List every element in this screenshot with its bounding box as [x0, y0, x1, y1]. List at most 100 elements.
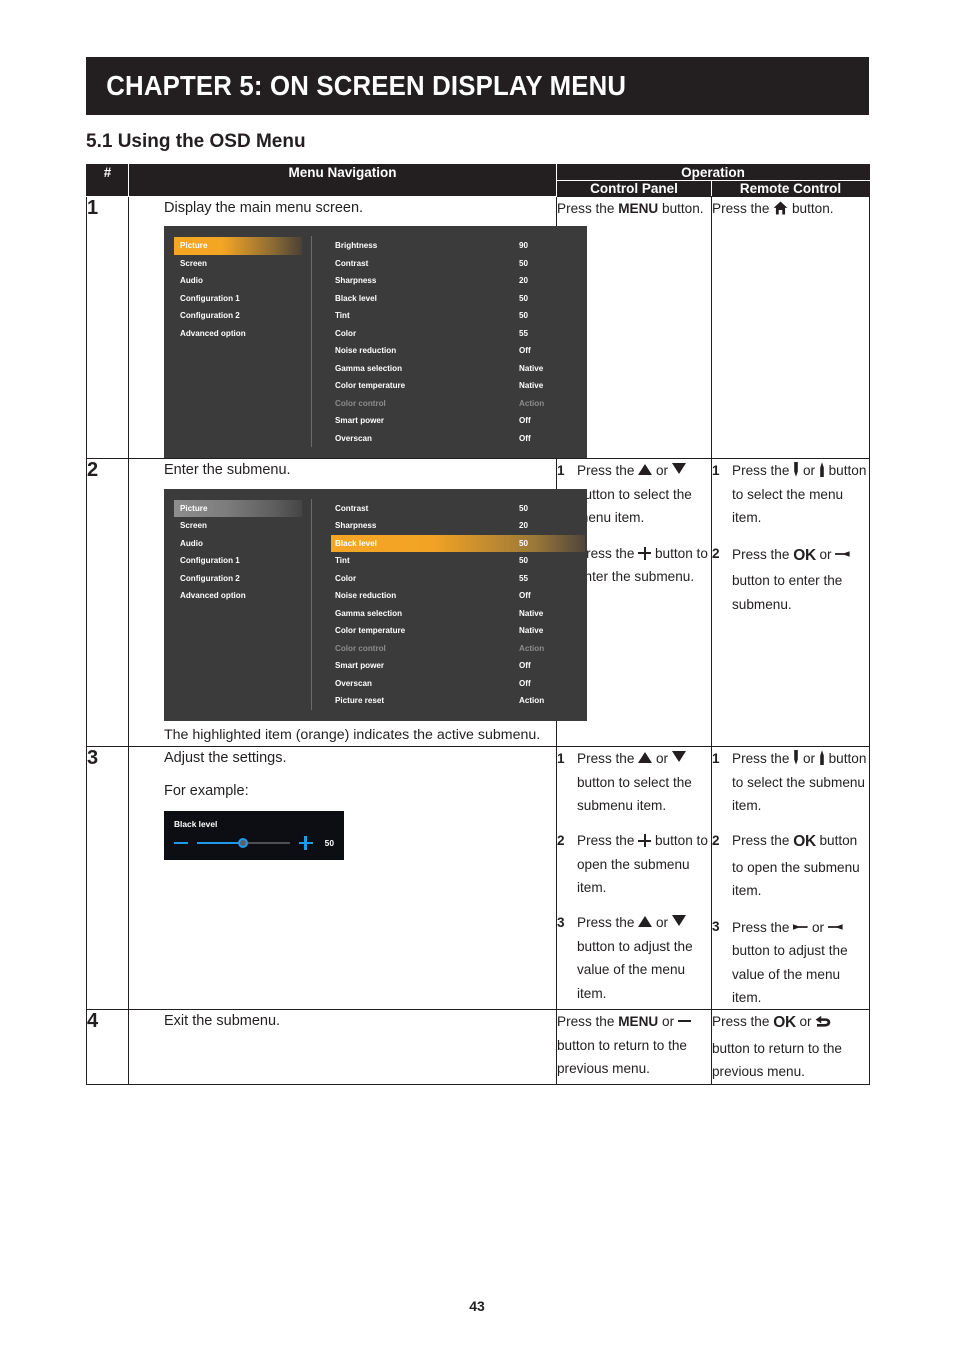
osd-setting-row[interactable]: Contrast 50 — [331, 255, 585, 273]
osd-setting-value: 20 — [519, 521, 529, 531]
slider-row: 50 — [174, 836, 334, 851]
osd-category-screen[interactable]: Screen — [174, 255, 302, 273]
document-page: CHAPTER 5: ON SCREEN DISPLAY MENU 5.1 Us… — [0, 0, 954, 1350]
osd-setting-row[interactable]: Brightness 90 — [331, 237, 585, 255]
step-text: Press the or button to adjust the value … — [732, 915, 869, 1010]
osd-category-configuration-1[interactable]: Configuration 1 — [174, 552, 302, 570]
plus-icon — [638, 546, 652, 560]
slider-plus-icon[interactable] — [298, 836, 313, 851]
row-description: Exit the submenu. — [164, 1013, 281, 1030]
osd-setting-row[interactable]: Contrast 50 — [331, 500, 585, 518]
osd-category-audio[interactable]: Audio — [174, 535, 302, 553]
osd-setting-row[interactable]: Sharpness 20 — [331, 272, 585, 290]
step-text: Press the or button to select the submen… — [732, 750, 867, 813]
osd-setting-row[interactable]: Color temperature Native — [331, 377, 585, 395]
osd-setting-value: Action — [519, 696, 545, 706]
osd-category-configuration-2[interactable]: Configuration 2 — [174, 307, 302, 325]
step-number: 2 — [712, 545, 720, 561]
up-triangle-icon — [638, 752, 653, 764]
table-row: 3 Adjust the settings. For example: Blac… — [86, 746, 871, 1011]
osd-setting-row[interactable]: Gamma selection Native — [331, 605, 585, 623]
table-header-row-1: # Menu Navigation Operation — [86, 164, 871, 197]
row-control-panel: 1 Press the or button to select the subm… — [556, 746, 712, 1011]
step-item: 2 Press the button to open the submenu i… — [557, 829, 711, 899]
osd-setting-row[interactable]: Noise reduction Off — [331, 587, 585, 605]
step-text: Press the or button to select the menu i… — [577, 463, 692, 526]
osd-setting-value: 50 — [519, 293, 529, 303]
osd-category-audio[interactable]: Audio — [174, 272, 302, 290]
row-menu-navigation: Display the main menu screen. Picture Sc… — [128, 195, 587, 460]
header-operation: Operation — [555, 164, 871, 181]
osd-setting-row[interactable]: Picture reset Action — [331, 692, 585, 710]
osd-setting-row-highlighted[interactable]: Black level 50 — [331, 534, 585, 553]
osd-setting-row[interactable]: Color temperature Native — [331, 622, 585, 640]
osd-category-screen[interactable]: Screen — [174, 517, 302, 535]
osd-setting-label: Tint — [335, 311, 350, 321]
osd-setting-value: Off — [519, 416, 531, 426]
osd-setting-label: Noise reduction — [335, 346, 397, 356]
osd-setting-label: Color control — [335, 643, 386, 653]
osd-setting-row[interactable]: Sharpness 20 — [331, 517, 585, 535]
step-item: 1 Press the or button to select the subm… — [557, 747, 711, 817]
step-item: 3 Press the or button to adjust the valu… — [557, 911, 711, 1005]
osd-category-picture[interactable]: Picture — [174, 237, 302, 255]
osd-setting-value: Off — [519, 346, 531, 356]
osd-category-picture[interactable]: Picture — [174, 499, 302, 518]
ok-icon: OK — [793, 833, 816, 851]
section-heading: 5.1 Using the OSD Menu — [86, 131, 306, 152]
header-control-panel: Control Panel — [556, 180, 712, 197]
osd-setting-value: Native — [519, 381, 544, 391]
remote-right-icon — [827, 915, 843, 930]
osd-setting-row[interactable]: Noise reduction Off — [331, 342, 585, 360]
osd-setting-value: Action — [519, 643, 545, 653]
osd-setting-row[interactable]: Overscan Off — [331, 675, 585, 693]
osd-setting-row[interactable]: Color 55 — [331, 570, 585, 588]
osd-category-advanced-option[interactable]: Advanced option — [174, 325, 302, 343]
remote-control-instruction: Press the button. — [712, 201, 834, 216]
slider-minus-icon[interactable] — [174, 841, 188, 845]
chapter-title: CHAPTER 5: ON SCREEN DISPLAY MENU — [106, 70, 627, 101]
step-number: 2 — [712, 833, 720, 849]
osd-setting-value: 55 — [519, 328, 529, 338]
osd-screenshot-submenu: Picture Screen Audio Configuration 1 Con… — [164, 488, 587, 721]
row-example-label: For example: — [164, 782, 249, 799]
step-number: 3 — [712, 918, 720, 934]
osd-setting-row[interactable]: Overscan Off — [331, 430, 585, 448]
osd-setting-label: Black level — [335, 538, 377, 548]
osd-setting-label: Color — [335, 328, 357, 338]
down-triangle-icon — [671, 463, 686, 475]
header-num: # — [86, 164, 129, 197]
osd-setting-label: Sharpness — [335, 521, 377, 531]
osd-setting-label: Picture reset — [335, 696, 385, 706]
slider-knob[interactable] — [238, 838, 249, 849]
step-text: Press the OK button to open the submenu … — [732, 829, 869, 902]
osd-setting-label: Smart power — [335, 661, 385, 671]
step-number: 1 — [712, 463, 720, 479]
osd-category-configuration-2[interactable]: Configuration 2 — [174, 570, 302, 588]
osd-setting-value: 20 — [519, 276, 529, 286]
control-panel-instruction: Press the MENU or button to return to th… — [557, 1010, 711, 1080]
osd-setting-row[interactable]: Black level 50 — [331, 290, 585, 308]
osd-setting-row[interactable]: Tint 50 — [331, 307, 585, 325]
osd-setting-value: Off — [519, 591, 531, 601]
control-panel-instruction: Press the MENU button. — [557, 201, 704, 216]
step-text: Press the button to open the submenu ite… — [577, 833, 708, 896]
osd-category-configuration-1[interactable]: Configuration 1 — [174, 290, 302, 308]
control-panel-steps: 1 Press the or button to select the subm… — [557, 747, 711, 1005]
step-item: 1 Press the or button to select the subm… — [712, 747, 869, 817]
osd-setting-row[interactable]: Smart power Off — [331, 412, 585, 430]
slider-track[interactable] — [197, 838, 290, 849]
osd-setting-label: Contrast — [335, 503, 369, 513]
step-item: 3 Press the or button to adjust the valu… — [712, 915, 869, 1010]
page-number: 43 — [469, 1298, 485, 1314]
osd-setting-row[interactable]: Smart power Off — [331, 657, 585, 675]
osd-setting-row[interactable]: Gamma selection Native — [331, 360, 585, 378]
osd-setting-value: 50 — [519, 538, 529, 548]
osd-category-advanced-option[interactable]: Advanced option — [174, 587, 302, 605]
plus-icon — [638, 834, 652, 848]
osd-setting-row[interactable]: Color 55 — [331, 325, 585, 343]
osd-setting-label: Sharpness — [335, 276, 377, 286]
step-text: Press the OK or button to enter the subm… — [732, 542, 869, 616]
osd-setting-row[interactable]: Tint 50 — [331, 552, 585, 570]
osd-setting-label: Brightness — [335, 241, 378, 251]
